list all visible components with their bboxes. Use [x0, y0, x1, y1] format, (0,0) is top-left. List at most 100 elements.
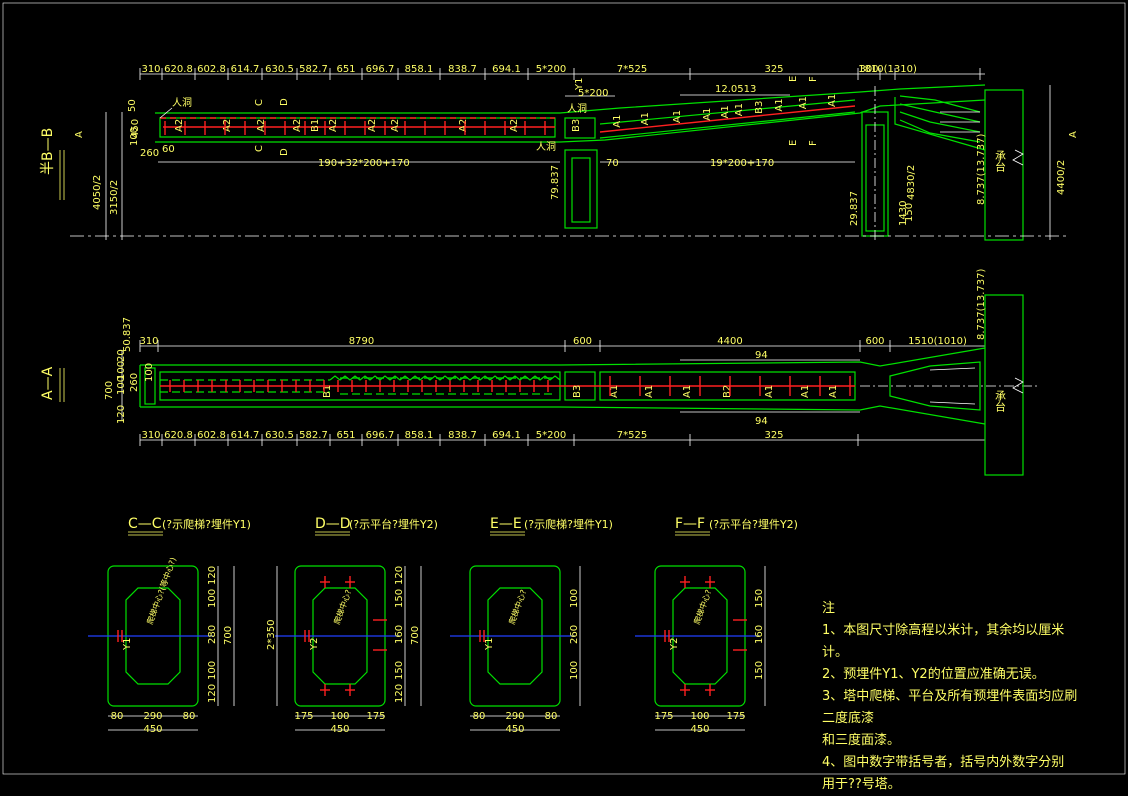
plan-arrow-bot: 94: [755, 416, 768, 427]
plan-seg-3: A1: [644, 385, 655, 398]
top-dim-2: 602.8: [197, 64, 226, 75]
plan-bot-dim-3: 614.7: [231, 430, 260, 441]
top-dim-8: 858.1: [405, 64, 434, 75]
plan-bot-dim-8: 858.1: [405, 430, 434, 441]
top-dim-5: 582.7: [299, 64, 328, 75]
mark-Y1-top: Y1: [574, 78, 585, 91]
section-3-center-note: 爬梯中心?: [506, 588, 528, 625]
section-3-vert-2: 100: [569, 661, 580, 680]
top-right-vert-4: 150: [904, 203, 915, 222]
section-3-vert-0: 100: [569, 589, 580, 608]
top-seg-3: A2: [292, 119, 303, 132]
plan-seg-4: A1: [682, 385, 693, 398]
section-2-vert-1: 150: [394, 589, 405, 608]
section-2: D—D(?示平台?埋件Y2) Y2 爬梯中心? 175 100 175 450 120 150 1…: [266, 516, 438, 735]
note-line-2: 计。: [822, 645, 849, 660]
section-4-width: 450: [690, 724, 709, 735]
section-3-label: Y1: [484, 638, 495, 651]
section-views: C—C (?示爬梯?埋件Y1)Y1爬梯中心?(等中心?)80 290 80450120…: [88, 516, 798, 735]
plan-bot-dim-2: 602.8: [197, 430, 226, 441]
mark-D-top: D: [279, 98, 290, 106]
section-4-vert-0: 150: [754, 589, 765, 608]
plan-top-dim-1: 8790: [349, 336, 374, 347]
mark-D-bot: D: [279, 148, 290, 156]
top-seg-14: A1: [702, 108, 713, 121]
section-1-vert-4: 120: [207, 684, 218, 703]
top-dim-6: 651: [336, 64, 355, 75]
section-2-vert-2: 160: [394, 625, 405, 644]
plan-left-1: 50.837: [122, 317, 133, 352]
note-line-8: 用于??号塔。: [822, 777, 901, 792]
note-line-1: 1、本图尺寸除高程以米计，其余均以厘米: [822, 623, 1065, 638]
section-3-sub-2: 80: [545, 711, 558, 722]
top-left-small-3: 260: [140, 148, 159, 159]
plan-bottom-dim-labels: 310 620.8 602.8 614.7 630.5 582.7 651 696.7 858.…: [139, 430, 859, 446]
plan-seg-1: B3: [572, 385, 583, 398]
plan-bot-dim-13: 325: [764, 430, 783, 441]
section-2-sub-1: 100: [330, 711, 349, 722]
top-dim-labels: 310 620.8 602.8 614.7 630.5 582.7 651 696.7 858.…: [141, 64, 916, 75]
note-line-4: 3、塔中爬梯、平台及所有预埋件表面均应刷: [822, 689, 1078, 704]
section-3-width: 450: [505, 724, 524, 735]
top-left-vert-1: 4050/2: [92, 175, 103, 210]
section-3-vert-1: 260: [569, 625, 580, 644]
top-seg-6: A2: [367, 119, 378, 132]
plan-bot-dim-1: 620.8: [164, 430, 193, 441]
section-4-title: F—F: [675, 516, 705, 532]
note-line-3: 2、预埋件Y1、Y2的位置应准确无误。: [822, 667, 1045, 682]
plan-top-dim-labels: 310 8790 600 4400 600 1510(1010): [139, 336, 986, 352]
top-elev-mid: 29.837: [849, 191, 860, 226]
plan-left-7: 120: [116, 405, 127, 424]
top-seg-10: B3: [571, 119, 582, 132]
section-4-sub-1: 100: [690, 711, 709, 722]
note-line-6: 和三度面漆。: [822, 733, 901, 748]
top-span-70: 70: [606, 158, 619, 169]
plan-seg-6: A1: [764, 385, 775, 398]
plan-left-2: 20: [116, 349, 127, 362]
section-4-subtitle: (?示平台?埋件Y2): [709, 517, 798, 531]
section-1-subtitle: (?示爬梯?埋件Y1): [162, 518, 251, 531]
top-elev-mid2: 79.837: [550, 165, 561, 200]
section-3-sub-1: 290: [505, 711, 524, 722]
top-seg-13: A1: [672, 110, 683, 123]
section-2-label: Y2: [309, 638, 320, 651]
top-dim-3: 614.7: [231, 64, 260, 75]
plan-top-dim-5: 1510(1010): [908, 336, 967, 347]
plan-left-4: 100: [116, 376, 127, 395]
section-3-title: E—E: [490, 516, 522, 532]
top-elev-right: 8.737(13.737): [976, 133, 987, 205]
section-1-width: 450: [143, 724, 162, 735]
section-2-center-note: 爬梯中心?: [331, 588, 353, 625]
plan-left-8: 700: [104, 381, 115, 400]
section-1-vert-3: 100: [207, 661, 218, 680]
top-seg-0: A2: [174, 119, 185, 132]
section-1: C—C (?示爬梯?埋件Y1)Y1爬梯中心?(等中心?)80 290 80450120…: [88, 516, 251, 735]
section-1-vert-2: 280: [207, 625, 218, 644]
notes-title: 注: [822, 601, 836, 616]
top-dim-13: 325: [764, 64, 783, 75]
top-seg-15: A1: [720, 105, 731, 118]
note-line-7: 4、图中数字带括号者，括号内外数字分别: [822, 755, 1065, 770]
section-2-subtitle: (?示平台?埋件Y2): [349, 517, 438, 531]
top-right-vert-1: 4400/2: [1056, 160, 1067, 195]
plan-view: A—A 310 8790 600 4400 600 1510(1010) 310 620.8…: [40, 268, 1040, 476]
top-elev: 12.0513: [715, 84, 756, 95]
notes-panel: 注 1、本图尺寸除高程以米计，其余均以厘米 计。 2、预埋件Y1、Y2的位置应准…: [822, 598, 1122, 796]
plan-seg-7: A1: [800, 385, 811, 398]
top-mark-A-left: A: [74, 131, 85, 138]
top-dim-4: 630.5: [265, 64, 294, 75]
top-left-small-2: 100: [129, 127, 140, 146]
top-seg-16: A1: [734, 103, 745, 116]
plan-top-dim-4: 600: [865, 336, 884, 347]
section-1-total: 700: [223, 626, 234, 645]
plan-top-dim-2: 600: [573, 336, 592, 347]
plan-bot-dim-10: 694.1: [492, 430, 521, 441]
section-2-vert-3: 150: [394, 661, 405, 680]
mark-F-bot: F: [808, 140, 819, 146]
section-4-center-note: 爬梯中心?: [691, 588, 713, 625]
section-4-sub-0: 175: [654, 711, 673, 722]
note-line-5: 二度底漆: [822, 711, 875, 726]
mark-C-top: C: [254, 99, 265, 106]
top-section-label: 半B—B: [40, 128, 56, 175]
plan-bot-dim-4: 630.5: [265, 430, 294, 441]
